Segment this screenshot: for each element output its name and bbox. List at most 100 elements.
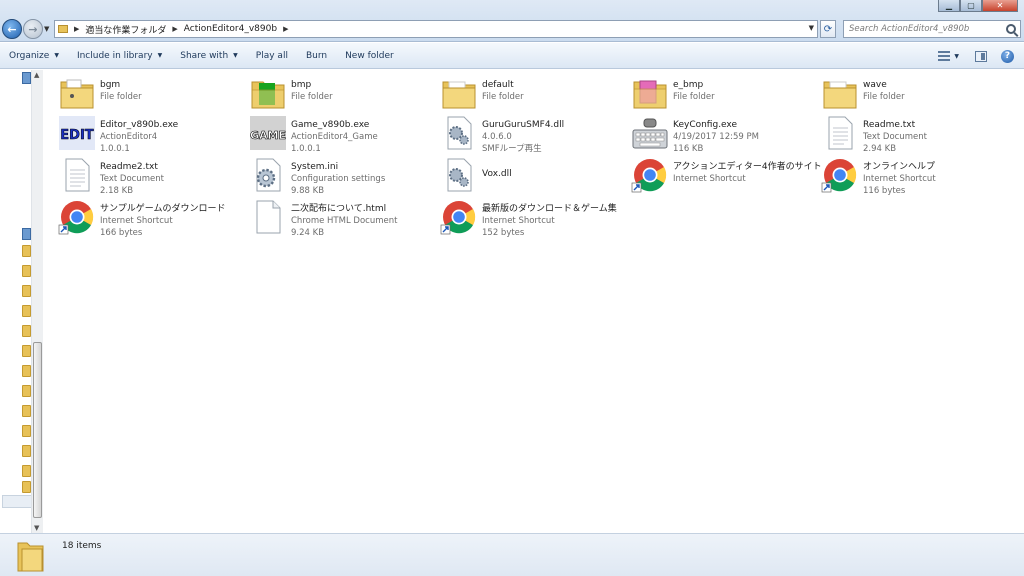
file-name: アクションエディター4作者のサイト (673, 162, 822, 172)
dll-gear-icon (447, 116, 472, 150)
file-type: Chrome HTML Document (291, 216, 398, 226)
file-size: 9.88 KB (291, 186, 325, 196)
close-button[interactable]: ✕ (982, 0, 1018, 12)
nav-folder-icon[interactable] (22, 465, 31, 477)
scroll-up-icon[interactable]: ▲ (34, 71, 39, 79)
address-bar[interactable]: ▶ 適当な作業フォルダ ▶ ActionEditor4_v890b ▶ ▼ (54, 20, 818, 38)
share-with-button[interactable]: Share with ▼ (171, 43, 247, 68)
file-item[interactable]: EDIT Editor_v890b.exe ActionEditor4 1.0.0.… (58, 114, 248, 154)
include-in-library-label: Include in library (76, 50, 153, 61)
file-list: bgm File folder bmp File folder default Fil… (44, 70, 1024, 533)
forward-button[interactable]: → (23, 19, 43, 39)
svg-text:GAME: GAME (250, 129, 286, 142)
burn-button[interactable]: Burn (297, 43, 336, 68)
nav-folder-icon[interactable] (22, 365, 31, 377)
chevron-right-icon[interactable]: ▶ (283, 25, 288, 33)
file-item[interactable]: e_bmp File folder (631, 74, 821, 114)
nav-folder-icon[interactable] (22, 325, 31, 337)
view-options-dropdown-icon[interactable]: ▼ (954, 53, 959, 60)
chevron-down-icon: ▼ (54, 52, 59, 59)
back-button[interactable]: ← (2, 19, 22, 39)
nav-folder-icon[interactable] (22, 345, 31, 357)
file-name: Readme.txt (863, 120, 916, 130)
nav-libraries-icon[interactable] (22, 72, 31, 84)
file-version: 1.0.0.1 (100, 144, 130, 154)
nav-folder-icon[interactable] (22, 425, 31, 437)
file-item[interactable]: アクションエディター4作者のサイト Internet Shortcut (631, 156, 822, 196)
file-item[interactable]: bmp File folder (249, 74, 439, 114)
file-item[interactable]: bgm File folder (58, 74, 248, 114)
new-folder-button[interactable]: New folder (336, 43, 403, 68)
change-view-icon[interactable] (938, 51, 951, 61)
file-type: Internet Shortcut (673, 174, 746, 184)
minimize-button[interactable]: ▁ (938, 0, 960, 12)
recent-pages-dropdown[interactable]: ▼ (44, 25, 49, 33)
maximize-button[interactable]: ▢ (960, 0, 982, 12)
folder-music-icon (60, 79, 94, 109)
game-exe-icon: GAME (250, 116, 286, 150)
breadcrumb-current[interactable]: ActionEditor4_v890b (184, 24, 277, 34)
file-item[interactable]: System.ini Configuration settings 9.88 KB (249, 156, 439, 196)
file-item[interactable]: Readme2.txt Text Document 2.18 KB (58, 156, 248, 196)
chevron-right-icon[interactable]: ▶ (74, 25, 79, 33)
file-name: サンプルゲームのダウンロード (100, 204, 226, 214)
chevron-right-icon[interactable]: ▶ (172, 25, 177, 33)
file-item[interactable]: Vox.dll (440, 156, 630, 196)
breadcrumb-parent[interactable]: 適当な作業フォルダ (85, 23, 166, 36)
search-box[interactable] (843, 20, 1021, 38)
file-item[interactable]: GuruGuruSMF4.dll 4.0.6.0 SMFループ再生 (440, 114, 630, 154)
nav-folder-icon[interactable] (22, 285, 31, 297)
refresh-button[interactable]: ⟳ (820, 20, 836, 38)
file-size: 116 KB (673, 144, 704, 154)
folder-icon (823, 81, 857, 109)
help-icon[interactable]: ? (1001, 49, 1014, 63)
nav-selected-item[interactable] (2, 495, 32, 508)
file-date: 4/19/2017 12:59 PM (673, 132, 759, 142)
address-dropdown-icon[interactable]: ▼ (809, 24, 814, 32)
file-item[interactable]: オンラインヘルプ Internet Shortcut 116 bytes (821, 156, 1011, 196)
nav-scrollbar[interactable]: ▲ ▼ (31, 70, 43, 533)
file-name: GuruGuruSMF4.dll (482, 120, 565, 130)
file-item[interactable]: 二次配布について.html Chrome HTML Document 9.24 KB (249, 198, 439, 238)
nav-folder-icon[interactable] (22, 305, 31, 317)
chrome-shortcut-icon (440, 201, 476, 235)
svg-text:EDIT: EDIT (60, 128, 94, 143)
nav-folder-icon[interactable] (22, 265, 31, 277)
file-item[interactable]: KeyConfig.exe 4/19/2017 12:59 PM 116 KB (631, 114, 821, 154)
navigation-pane: ▲ ▼ (0, 70, 44, 533)
chevron-down-icon: ▼ (233, 52, 238, 59)
nav-folder-icon[interactable] (22, 405, 31, 417)
nav-folder-icon[interactable] (22, 481, 31, 493)
file-type: File folder (482, 92, 524, 102)
html-document-icon (256, 200, 281, 234)
file-item[interactable]: default File folder (440, 74, 630, 114)
file-type: Text Document (863, 132, 927, 142)
search-input[interactable] (849, 24, 999, 34)
preview-pane-icon[interactable] (975, 50, 987, 62)
nav-folder-icon[interactable] (22, 445, 31, 457)
nav-folder-icon[interactable] (22, 385, 31, 397)
scrollbar-thumb[interactable] (33, 342, 42, 518)
settings-file-icon (256, 158, 281, 192)
file-name: e_bmp (673, 80, 704, 90)
nav-folder-icon[interactable] (22, 245, 31, 257)
nav-computer-icon[interactable] (22, 228, 31, 240)
organize-button[interactable]: Organize ▼ (0, 43, 68, 68)
play-all-button[interactable]: Play all (247, 43, 297, 68)
chevron-down-icon: ▼ (157, 52, 163, 59)
chrome-shortcut-icon (58, 201, 94, 235)
file-item[interactable]: GAME Game_v890b.exe ActionEditor4_Game 1.0… (249, 114, 439, 154)
file-item[interactable]: サンプルゲームのダウンロード Internet Shortcut 166 bytes (58, 198, 248, 238)
folder-green-icon (251, 81, 285, 109)
file-type: Internet Shortcut (482, 216, 555, 226)
text-document-icon (828, 116, 853, 150)
file-item[interactable]: wave File folder (821, 74, 1011, 114)
scroll-down-icon[interactable]: ▼ (34, 524, 39, 532)
item-count: 18 items (62, 541, 102, 551)
file-item[interactable]: Readme.txt Text Document 2.94 KB (821, 114, 1011, 154)
file-item[interactable]: 最新版のダウンロード＆ゲーム集 Internet Shortcut 152 byte… (440, 198, 630, 238)
file-name: Game_v890b.exe (291, 120, 370, 130)
search-icon[interactable] (1006, 24, 1016, 34)
include-in-library-button[interactable]: Include in library ▼ (68, 43, 171, 68)
command-bar: Organize ▼ Include in library ▼ Share with… (0, 43, 1024, 69)
